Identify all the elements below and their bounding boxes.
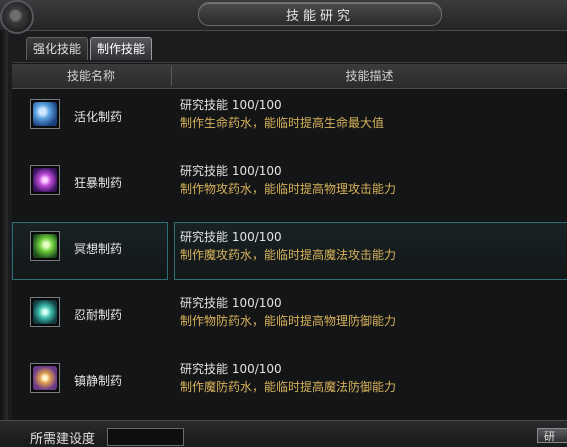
- skill-level: 研究技能 100/100: [180, 362, 282, 376]
- skill-effect: 制作魔防药水，能临时提高魔法防御能力: [180, 380, 397, 394]
- skill-icon-frame[interactable]: [30, 165, 60, 195]
- skill-effect: 制作魔攻药水，能临时提高魔法攻击能力: [180, 248, 397, 262]
- skill-effect: 制作生命药水，能临时提高生命最大值: [180, 116, 385, 130]
- skill-icon-frame[interactable]: [30, 297, 60, 327]
- corner-ornament-icon: [0, 0, 34, 34]
- skill-level: 研究技能 100/100: [180, 296, 282, 310]
- column-header-description: 技能描述: [345, 69, 394, 83]
- table-header: 技能名称 技能描述: [12, 64, 567, 89]
- skill-level: 研究技能 100/100: [180, 230, 282, 244]
- life-potion-skill-icon: [33, 102, 57, 126]
- research-button[interactable]: 研: [537, 428, 567, 443]
- meditation-potion-skill-icon: [33, 234, 57, 258]
- skill-effect: 制作物攻药水，能临时提高物理攻击能力: [180, 182, 397, 196]
- required-construction-value: [107, 428, 184, 446]
- table-row-selected[interactable]: 冥想制药 研究技能 100/100 制作魔攻药水，能临时提高魔法攻击能力: [12, 220, 567, 284]
- skill-level: 研究技能 100/100: [180, 164, 282, 178]
- endurance-potion-skill-icon: [33, 300, 57, 324]
- table-row[interactable]: 狂暴制药 研究技能 100/100 制作物攻药水，能临时提高物理攻击能力: [12, 154, 567, 218]
- skill-level: 研究技能 100/100: [180, 98, 282, 112]
- skill-name: 镇静制药: [74, 374, 123, 388]
- window-title: 技能研究: [198, 2, 442, 26]
- tab-crafting-skills[interactable]: 制作技能: [90, 37, 153, 60]
- berserk-potion-skill-icon: [33, 168, 57, 192]
- calm-potion-skill-icon: [33, 366, 57, 390]
- skill-name: 狂暴制药: [74, 176, 123, 190]
- skill-name: 活化制药: [74, 110, 123, 124]
- window-side-border: [0, 30, 8, 443]
- skill-icon-frame[interactable]: [30, 99, 60, 129]
- skill-icon-frame[interactable]: [30, 363, 60, 393]
- skill-name: 冥想制药: [74, 242, 123, 256]
- tab-bar: 强化技能 制作技能: [26, 37, 153, 61]
- table-row[interactable]: 镇静制药 研究技能 100/100 制作魔防药水，能临时提高魔法防御能力: [12, 352, 567, 416]
- table-row[interactable]: 忍耐制药 研究技能 100/100 制作物防药水，能临时提高物理防御能力: [12, 286, 567, 350]
- column-header-name: 技能名称: [66, 69, 115, 83]
- skill-effect: 制作物防药水，能临时提高物理防御能力: [180, 314, 397, 328]
- required-construction-label: 所需建设度: [30, 432, 96, 447]
- skill-icon-frame[interactable]: [30, 231, 60, 261]
- table-row[interactable]: 活化制药 研究技能 100/100 制作生命药水，能临时提高生命最大值: [12, 88, 567, 152]
- skill-name: 忍耐制药: [74, 308, 123, 322]
- tab-enhance-skills[interactable]: 强化技能: [26, 37, 89, 60]
